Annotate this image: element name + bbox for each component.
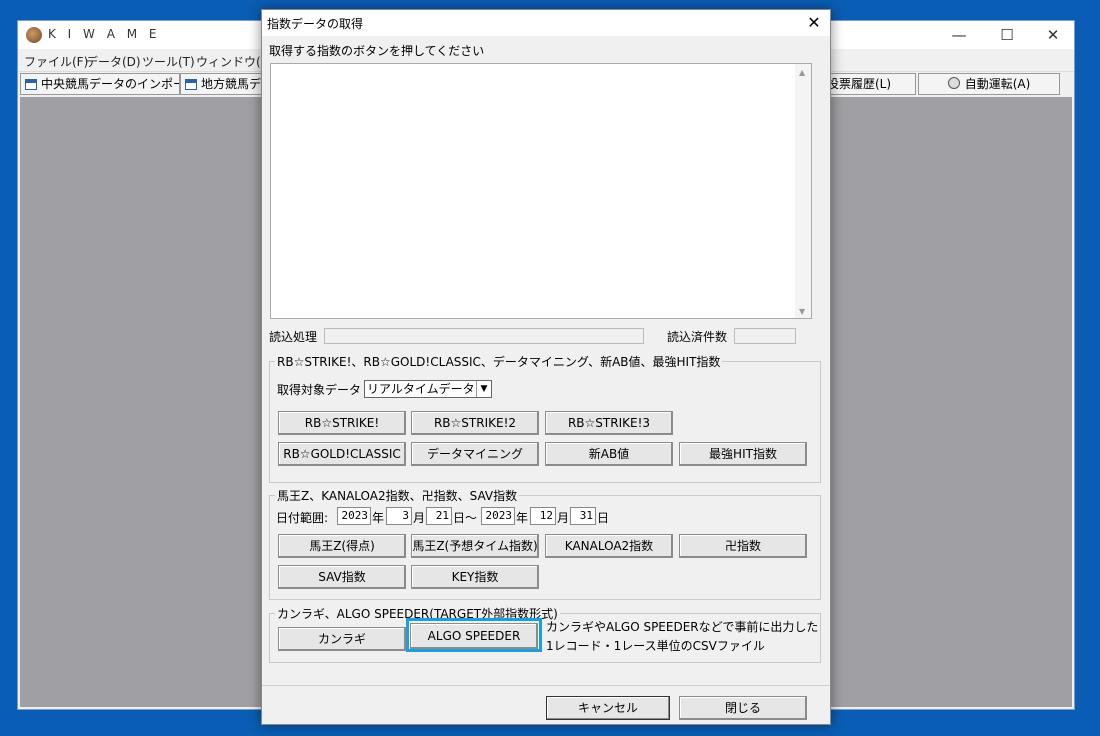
scroll-down-icon[interactable]: ▼ <box>799 307 805 316</box>
data-mining-button[interactable]: データマイニング <box>411 442 539 466</box>
to-day-input[interactable]: 31 <box>570 507 596 525</box>
from-month-input[interactable]: 3 <box>386 507 412 525</box>
app-logo-icon <box>26 27 42 43</box>
count-label: 読込済件数 <box>667 330 728 344</box>
dialog-title: 指数データの取得 <box>267 17 364 31</box>
auto-run-button[interactable]: 自動運転(A) <box>918 73 1060 95</box>
rb-strike-button[interactable]: RB☆STRIKE! <box>278 411 406 435</box>
menu-tools[interactable]: ツール(T) <box>142 53 195 70</box>
dialog-close-button[interactable]: ✕ <box>802 12 826 34</box>
target-data-label: 取得対象データ <box>277 383 362 397</box>
import-jra-button[interactable]: 中央競馬データのインポート(J) <box>20 73 180 95</box>
manji-index-button[interactable]: 卍指数 <box>679 534 807 558</box>
minimize-button[interactable]: — <box>936 21 982 49</box>
maximize-button[interactable]: ☐ <box>984 21 1030 49</box>
group2-label: 馬王Z、KANALOA2指数、卍指数、SAV指数 <box>275 487 520 504</box>
menu-file[interactable]: ファイル(F) <box>24 53 88 70</box>
range-separator: 日～ <box>453 511 478 525</box>
cancel-button[interactable]: キャンセル <box>546 696 670 720</box>
target-data-select[interactable]: リアルタイムデータ ▼ <box>364 380 492 398</box>
from-year-input[interactable]: 2023 <box>337 507 371 525</box>
output-scrollbar[interactable]: ▲ ▼ <box>795 64 811 318</box>
menu-data[interactable]: データ(D) <box>86 53 141 70</box>
key-index-button[interactable]: KEY指数 <box>411 565 539 589</box>
sav-index-button[interactable]: SAV指数 <box>278 565 406 589</box>
footer-divider <box>262 685 830 686</box>
import-nar-button[interactable]: 地方競馬デ <box>180 73 262 95</box>
clock-icon <box>947 77 960 89</box>
rb-strike2-button[interactable]: RB☆STRIKE!2 <box>411 411 539 435</box>
close-main-button[interactable]: ✕ <box>1030 21 1076 49</box>
baoh-z-score-button[interactable]: 馬王Z(得点) <box>278 534 406 558</box>
from-day-input[interactable]: 21 <box>426 507 452 525</box>
app-title: K I W A M E <box>48 27 161 41</box>
date-range-label: 日付範囲: <box>276 511 329 525</box>
strongest-hit-button[interactable]: 最強HIT指数 <box>679 442 807 466</box>
csv-description-line2: 1レコード・1レース単位のCSVファイル <box>546 639 765 653</box>
count-field <box>734 328 796 344</box>
vote-history-button[interactable]: 投票履歴(L) <box>826 73 916 95</box>
csv-description-line1: カンラギやALGO SPEEDERなどで事前に出力した <box>546 620 819 634</box>
progress-label: 読込処理 <box>269 330 318 344</box>
year-unit: 年 <box>372 511 385 525</box>
month-unit: 月 <box>413 511 426 525</box>
algo-speeder-highlight <box>406 618 542 652</box>
output-textarea[interactable]: ▲ ▼ <box>270 63 812 319</box>
to-month-input[interactable]: 12 <box>530 507 556 525</box>
baoh-z-time-button[interactable]: 馬王Z(予想タイム指数) <box>411 534 539 558</box>
rb-strike3-button[interactable]: RB☆STRIKE!3 <box>545 411 673 435</box>
index-data-dialog: 指数データの取得 ✕ 取得する指数のボタンを押してください ▲ ▼ 読込処理 読… <box>261 9 831 725</box>
kanaloa2-button[interactable]: KANALOA2指数 <box>545 534 673 558</box>
new-ab-value-button[interactable]: 新AB値 <box>545 442 673 466</box>
close-button[interactable]: 閉じる <box>679 696 807 720</box>
year-unit-2: 年 <box>516 511 529 525</box>
rb-gold-classic-button[interactable]: RB☆GOLD!CLASSIC <box>278 442 406 466</box>
group1-label: RB☆STRIKE!、RB☆GOLD!CLASSIC、データマイニング、新AB値… <box>275 353 723 370</box>
instruction-text: 取得する指数のボタンを押してください <box>269 44 485 58</box>
table-icon <box>25 79 37 90</box>
kanragi-button[interactable]: カンラギ <box>278 627 406 651</box>
progress-bar <box>324 328 644 344</box>
day-unit: 日 <box>597 511 610 525</box>
dialog-titlebar: 指数データの取得 ✕ <box>262 10 830 36</box>
month-unit-2: 月 <box>557 511 570 525</box>
to-year-input[interactable]: 2023 <box>481 507 515 525</box>
scroll-up-icon[interactable]: ▲ <box>799 68 805 77</box>
table-icon <box>185 79 197 90</box>
chevron-down-icon: ▼ <box>476 381 491 397</box>
